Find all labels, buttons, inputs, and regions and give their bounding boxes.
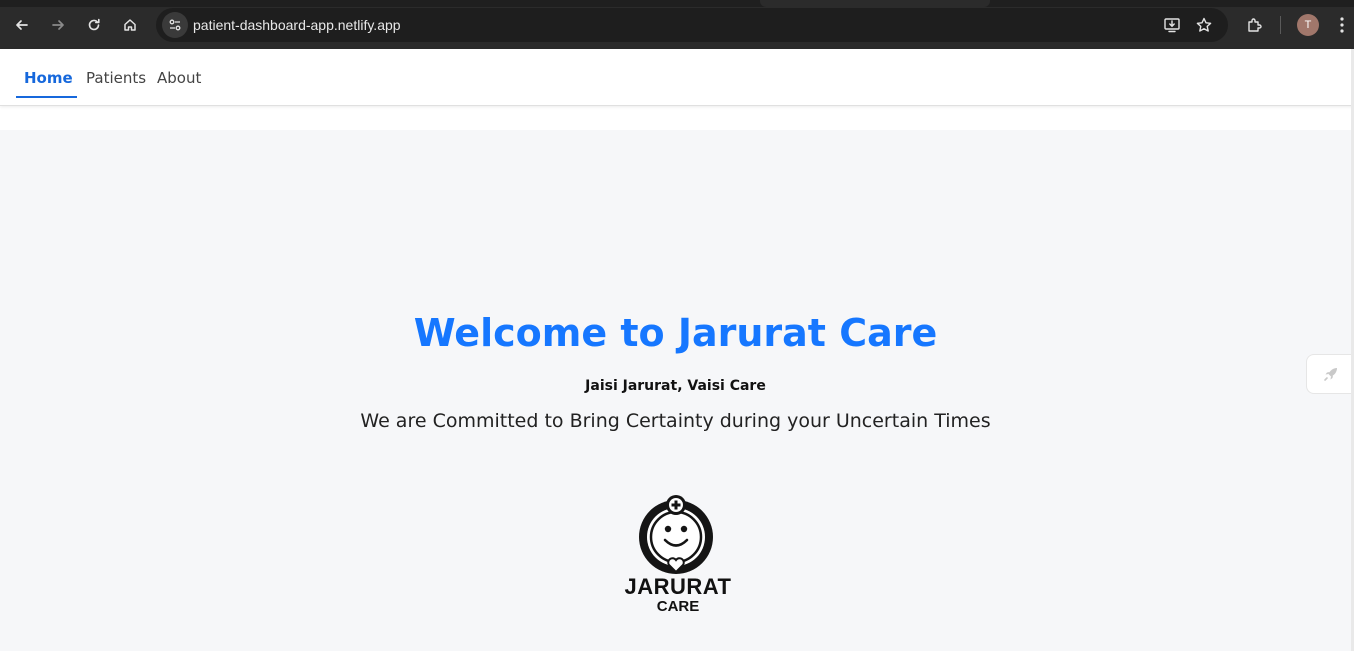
home-button[interactable] bbox=[117, 12, 143, 38]
home-icon bbox=[124, 19, 136, 31]
site-info-button[interactable] bbox=[162, 12, 188, 38]
active-tab-indicator bbox=[16, 96, 77, 98]
nav-about[interactable]: About bbox=[157, 69, 201, 87]
floating-launch-button[interactable] bbox=[1306, 354, 1354, 394]
browser-toolbar: patient-dashboard-app.netlify.app T bbox=[0, 0, 1354, 49]
back-button[interactable] bbox=[9, 12, 35, 38]
toolbar-separator bbox=[1280, 16, 1281, 34]
hero-section: Welcome to Jarurat Care Jaisi Jarurat, V… bbox=[0, 130, 1351, 651]
reload-icon bbox=[88, 18, 100, 31]
reload-button[interactable] bbox=[81, 12, 107, 38]
tab-strip bbox=[0, 0, 1354, 7]
nav-patients[interactable]: Patients bbox=[86, 69, 146, 87]
forward-arrow-icon bbox=[52, 20, 64, 30]
kebab-menu-icon bbox=[1340, 17, 1344, 33]
active-tab[interactable] bbox=[760, 0, 990, 7]
nav-home[interactable]: Home bbox=[24, 69, 73, 87]
install-app-button[interactable] bbox=[1160, 13, 1184, 37]
page-title: Welcome to Jarurat Care bbox=[413, 311, 938, 355]
back-arrow-icon bbox=[16, 20, 28, 30]
forward-button[interactable] bbox=[45, 12, 71, 38]
logo-wordmark: JARURAT bbox=[624, 574, 732, 599]
puzzle-icon bbox=[1248, 18, 1262, 32]
profile-avatar[interactable]: T bbox=[1297, 14, 1319, 36]
tagline: Jaisi Jarurat, Vaisi Care bbox=[585, 378, 766, 394]
jarurat-care-logo: JARURAT CARE bbox=[613, 494, 743, 619]
url-text[interactable]: patient-dashboard-app.netlify.app bbox=[193, 17, 401, 33]
extensions-button[interactable] bbox=[1243, 13, 1267, 37]
logo-subword: CARE bbox=[656, 598, 700, 615]
install-app-icon bbox=[1164, 18, 1180, 33]
app-navbar: Home Patients About bbox=[0, 49, 1354, 106]
address-bar[interactable]: patient-dashboard-app.netlify.app bbox=[156, 8, 1228, 42]
star-icon bbox=[1196, 17, 1212, 32]
browser-menu-button[interactable] bbox=[1332, 13, 1352, 37]
tune-icon bbox=[169, 19, 181, 31]
logo-emblem-icon bbox=[639, 495, 713, 574]
rocket-icon bbox=[1323, 368, 1337, 381]
bookmark-button[interactable] bbox=[1192, 13, 1216, 37]
mission-statement: We are Committed to Bring Certainty duri… bbox=[360, 410, 991, 432]
